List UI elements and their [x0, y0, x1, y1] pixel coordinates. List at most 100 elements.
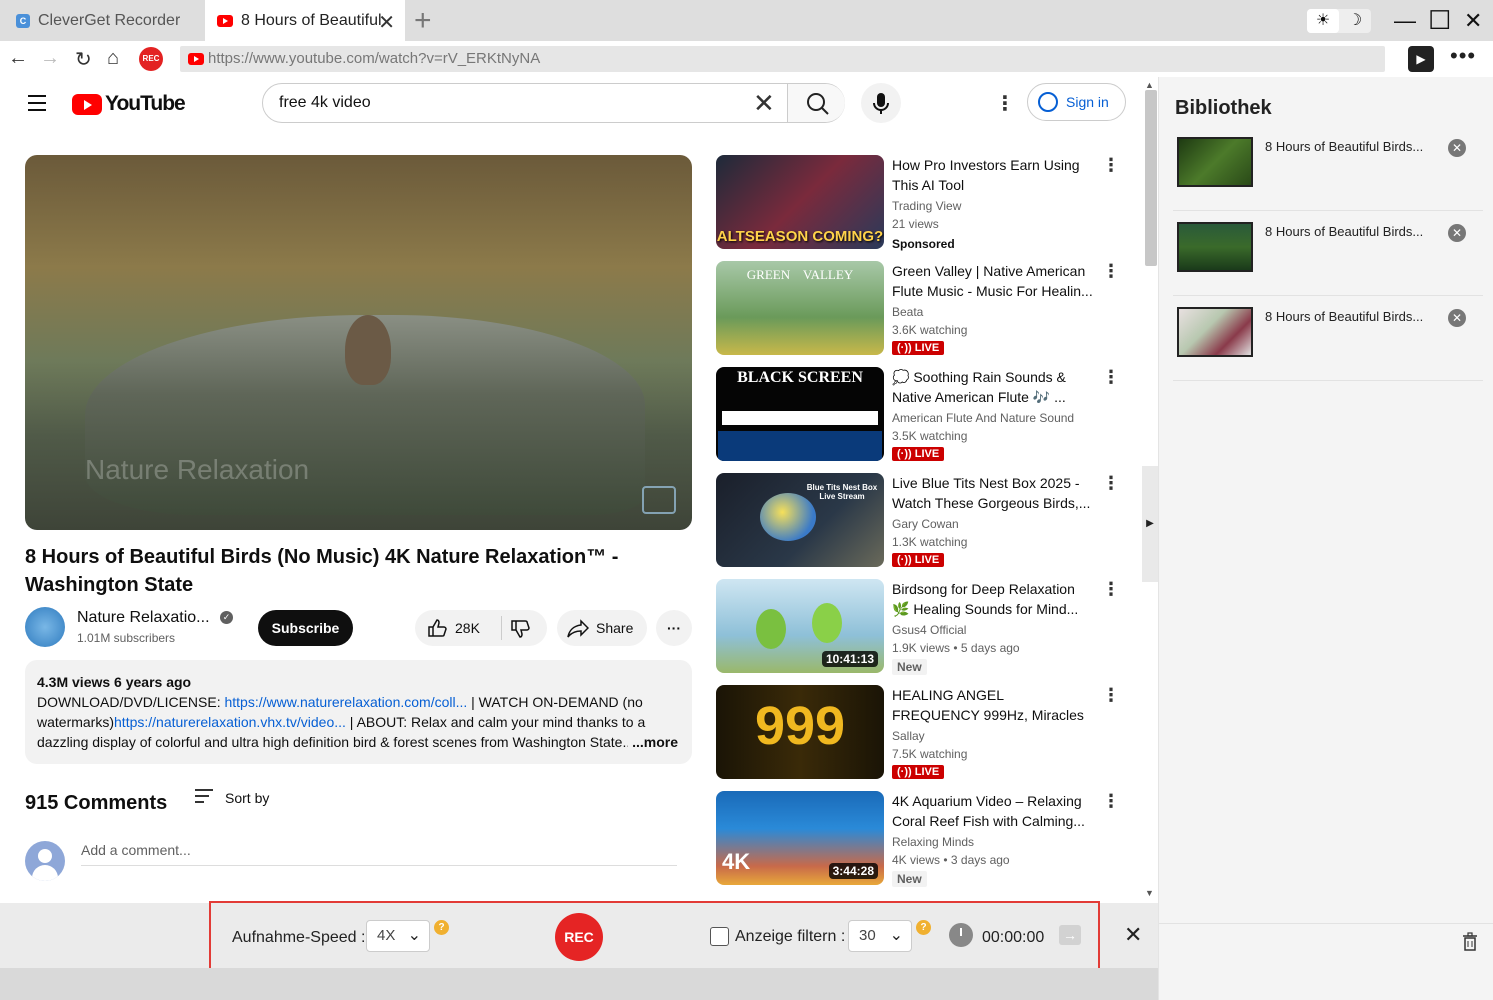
recording-speed-select[interactable]: 4X ⌄	[366, 920, 430, 952]
back-arrow-icon[interactable]: ←	[8, 47, 28, 70]
related-title[interactable]: 4K Aquarium Video – Relaxing Coral Reef …	[892, 791, 1094, 831]
remove-item-icon[interactable]: ✕	[1448, 309, 1466, 327]
related-video-item[interactable]: 999 HEALING ANGEL FREQUENCY 999Hz, Mirac…	[716, 685, 1136, 781]
arrow-right-icon[interactable]: →	[1059, 925, 1081, 945]
theme-toggle[interactable]: ☀ ☽	[1307, 9, 1371, 33]
new-tab-button[interactable]: +	[414, 4, 432, 38]
scroll-up-arrow-icon[interactable]: ▲	[1145, 80, 1154, 90]
related-channel[interactable]: Trading View	[892, 199, 961, 213]
video-menu-icon[interactable]: ⋮	[1102, 367, 1120, 388]
video-thumbnail[interactable]: Blue Tits Nest Box Live Stream	[716, 473, 884, 567]
search-input[interactable]: free 4k video	[279, 94, 371, 112]
library-thumbnail[interactable]	[1177, 137, 1253, 187]
tab-youtube-video[interactable]: 8 Hours of Beautiful Birds (No Music) 4K…	[205, 0, 405, 41]
url-field[interactable]: https://www.youtube.com/watch?v=rV_ERKtN…	[180, 46, 1385, 72]
related-channel[interactable]: Gsus4 Official	[892, 623, 966, 637]
trash-icon[interactable]	[1461, 932, 1479, 957]
video-thumbnail[interactable]: 999	[716, 685, 884, 779]
related-channel[interactable]: Gary Cowan	[892, 517, 959, 531]
related-title[interactable]: HEALING ANGEL FREQUENCY 999Hz, Miracles …	[892, 685, 1094, 725]
related-video-item[interactable]: GREEN VALLEY Green Valley | Native Ameri…	[716, 261, 1136, 357]
help-icon[interactable]: ?	[434, 920, 449, 935]
forward-arrow-icon[interactable]: →	[40, 47, 60, 70]
related-video-item[interactable]: BLACK SCREEN 💭 Soothing Rain Sounds & Na…	[716, 367, 1136, 463]
video-thumbnail[interactable]: BLACK SCREEN	[716, 367, 884, 461]
related-title[interactable]: Birdsong for Deep Relaxation 🌿 Healing S…	[892, 579, 1094, 619]
related-title[interactable]: Green Valley | Native American Flute Mus…	[892, 261, 1094, 301]
record-button[interactable]: REC	[555, 913, 603, 961]
related-video-item[interactable]: Blue Tits Nest Box Live Stream Live Blue…	[716, 473, 1136, 569]
library-thumbnail[interactable]	[1177, 222, 1253, 272]
share-button[interactable]: Share	[557, 610, 647, 646]
close-window-button[interactable]: ✕	[1464, 8, 1482, 34]
help-icon[interactable]: ?	[916, 920, 931, 935]
sign-in-button[interactable]: Sign in	[1027, 83, 1126, 121]
tab-cleverget-recorder[interactable]: C CleverGet Recorder	[0, 0, 205, 41]
like-button[interactable]	[427, 618, 447, 641]
video-menu-icon[interactable]: ⋮	[1102, 579, 1120, 600]
related-title[interactable]: Live Blue Tits Nest Box 2025 - Watch The…	[892, 473, 1094, 513]
remove-item-icon[interactable]: ✕	[1448, 139, 1466, 157]
video-thumbnail[interactable]: 10:41:13	[716, 579, 884, 673]
thumbnail-text: 999	[754, 696, 846, 756]
related-channel[interactable]: Relaxing Minds	[892, 835, 974, 849]
description-link[interactable]: https://naturerelaxation.vhx.tv/video...	[114, 714, 346, 730]
video-menu-icon[interactable]: ⋮	[1102, 791, 1120, 812]
filter-ads-checkbox[interactable]	[710, 927, 729, 946]
video-menu-icon[interactable]: ⋮	[1102, 261, 1120, 282]
filter-ads-select[interactable]: 30 ⌄	[848, 920, 912, 952]
scroll-down-arrow-icon[interactable]: ▼	[1145, 888, 1154, 898]
settings-kebab-icon[interactable]: ⋮	[995, 91, 1015, 116]
channel-watermark-icon	[642, 486, 676, 514]
home-icon[interactable]: ⌂	[107, 47, 119, 70]
add-comment-input[interactable]: Add a comment...	[81, 842, 677, 866]
related-channel[interactable]: American Flute And Nature Sound	[892, 411, 1074, 425]
reload-icon[interactable]: ↻	[75, 47, 92, 72]
video-player[interactable]: Nature Relaxation	[25, 155, 692, 530]
scrollbar-thumb[interactable]	[1145, 90, 1157, 266]
library-item[interactable]: 8 Hours of Beautiful Birds... ✕	[1173, 297, 1483, 381]
channel-name[interactable]: Nature Relaxatio...	[77, 609, 210, 627]
related-channel[interactable]: Beata	[892, 305, 923, 319]
collapse-sidebar-arrow-icon[interactable]: ▶	[1142, 466, 1158, 582]
video-menu-icon[interactable]: ⋮	[1102, 685, 1120, 706]
related-title[interactable]: 💭 Soothing Rain Sounds & Native American…	[892, 367, 1094, 407]
related-video-item[interactable]: 4K 3:44:28 4K Aquarium Video – Relaxing …	[716, 791, 1136, 887]
voice-search-button[interactable]	[861, 83, 901, 123]
library-item[interactable]: 8 Hours of Beautiful Birds... ✕	[1173, 212, 1483, 296]
video-thumbnail[interactable]: GREEN VALLEY	[716, 261, 884, 355]
video-menu-icon[interactable]: ⋮	[1102, 155, 1120, 176]
sort-by-button[interactable]: Sort by	[195, 789, 269, 807]
remove-item-icon[interactable]: ✕	[1448, 224, 1466, 242]
close-tab-icon[interactable]: ✕	[378, 10, 395, 35]
related-title[interactable]: How Pro Investors Earn Using This AI Too…	[892, 155, 1094, 195]
video-thumbnail[interactable]: ALTSEASON COMING?	[716, 155, 884, 249]
more-actions-icon[interactable]: ···	[656, 610, 692, 646]
video-menu-icon[interactable]: ⋮	[1102, 473, 1120, 494]
related-channel[interactable]: Sallay	[892, 729, 925, 743]
close-recorder-icon[interactable]: ✕	[1124, 922, 1142, 948]
search-button[interactable]	[787, 84, 845, 122]
description-link[interactable]: https://www.naturerelaxation.com/coll...	[224, 694, 467, 710]
sun-icon[interactable]: ☀	[1307, 9, 1339, 33]
maximize-button[interactable]: ☐	[1428, 5, 1451, 36]
rec-indicator-icon[interactable]: REC	[139, 47, 163, 71]
hamburger-menu-icon[interactable]	[28, 95, 46, 116]
library-thumbnail[interactable]	[1177, 307, 1253, 357]
channel-avatar[interactable]	[25, 607, 65, 647]
related-video-item[interactable]: 10:41:13 Birdsong for Deep Relaxation 🌿 …	[716, 579, 1136, 675]
video-thumbnail[interactable]: 4K 3:44:28	[716, 791, 884, 885]
dislike-button[interactable]	[510, 619, 530, 642]
moon-icon[interactable]: ☽	[1339, 9, 1371, 33]
minimize-button[interactable]: —	[1394, 8, 1416, 34]
youtube-logo[interactable]: YouTube	[72, 92, 186, 116]
download-video-icon[interactable]: ▶	[1408, 46, 1434, 72]
timer-icon[interactable]	[949, 923, 973, 947]
library-item[interactable]: 8 Hours of Beautiful Birds... ✕	[1173, 127, 1483, 211]
show-more-link[interactable]: ...more	[628, 732, 678, 752]
subscribe-button[interactable]: Subscribe	[258, 610, 353, 646]
clear-search-icon[interactable]: ✕	[753, 88, 775, 119]
related-video-item[interactable]: ALTSEASON COMING? How Pro Investors Earn…	[716, 155, 1136, 251]
video-description[interactable]: 4.3M views 6 years ago DOWNLOAD/DVD/LICE…	[25, 660, 692, 764]
more-menu-icon[interactable]: •••	[1450, 43, 1476, 69]
